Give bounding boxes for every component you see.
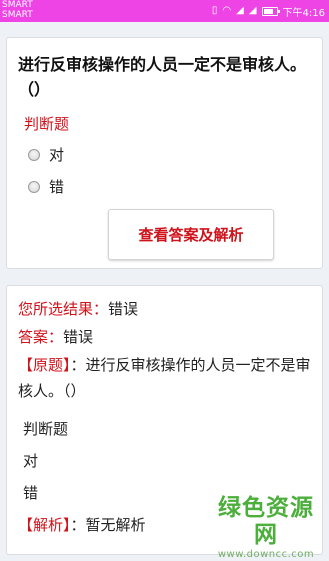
your-choice-label: 您所选结果： [18,300,109,318]
original-type-label: 判断题 [23,420,69,438]
option-false-label: 错 [49,178,65,196]
battery-icon [261,6,280,16]
analysis-line: 【解析】：暂无解析 [18,512,146,538]
analysis-text: ：暂无解析 [70,516,146,534]
original-option-false: 错 [23,484,39,502]
answer-value: 错误 [63,328,94,346]
radio-button-true[interactable] [28,148,40,161]
carrier-label-1: SMART [2,0,33,10]
question-card: 进行反审核操作的人员一定不是审核人。（） 判断题 对 错 查看答案及解析 [6,37,323,269]
status-time: 下午4:16 [282,7,325,19]
wifi-icon: ◠ [222,5,232,16]
option-true-label: 对 [49,146,65,164]
answer-line: 答案：错误 [18,324,93,350]
status-bar: SMART SMART ▯ ◠ ◢ ◢ 下午4:16 [0,0,329,22]
original-tag: 【原题】 [18,356,71,374]
question-title: 进行反审核操作的人员一定不是审核人。（） [18,55,307,99]
answer-label: 答案： [18,328,64,346]
vibrate-icon: ▯ [211,5,218,16]
your-choice-line: 您所选结果：错误 [18,296,138,322]
status-icons: ▯ ◠ ◢ ◢ 下午4:16 [211,4,325,19]
show-answer-button[interactable]: 查看答案及解析 [108,209,274,260]
signal-icon-2: ◢ [248,5,257,16]
original-question-line: 【原题】：进行反审核操作的人员一定不是审核人。（） [18,352,314,404]
your-choice-value: 错误 [108,300,139,318]
signal-icon: ◢ [236,5,244,16]
analysis-tag: 【解析】 [18,516,71,534]
watermark-title: 绿色资源网 [218,495,314,548]
carrier-label-2: SMART [2,10,33,20]
option-true[interactable]: 对 [28,144,64,165]
question-type-label: 判断题 [24,115,70,133]
original-option-true: 对 [23,452,39,470]
radio-button-false[interactable] [28,180,40,193]
watermark: 绿色资源网 www.downcc.com [216,495,316,561]
option-false[interactable]: 错 [28,176,64,197]
watermark-url: www.downcc.com [217,549,315,560]
